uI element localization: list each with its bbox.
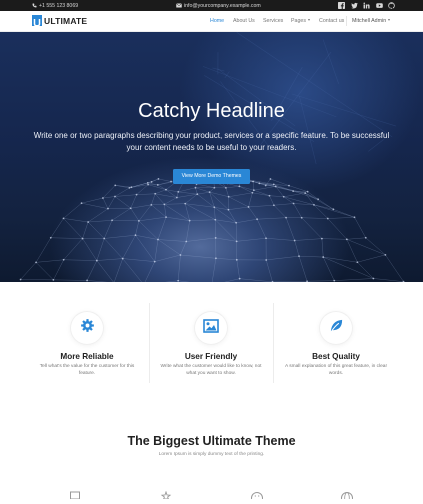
linkedin-icon[interactable] bbox=[363, 2, 370, 9]
feature-best-quality: Best Quality A small explanation of this… bbox=[281, 312, 391, 344]
twitter-icon[interactable] bbox=[351, 2, 358, 9]
demo-themes-button[interactable]: View More Demo Themes bbox=[173, 169, 250, 184]
feature-reliable: More Reliable Tell what's the value for … bbox=[32, 312, 142, 344]
feature-description: Tell what's the value for the customer f… bbox=[32, 364, 142, 378]
email-contact[interactable]: info@yourcompany.example.com bbox=[176, 3, 261, 9]
logo-mark-icon bbox=[32, 15, 42, 26]
youtube-icon[interactable] bbox=[376, 2, 383, 9]
nav-home[interactable]: Home bbox=[210, 18, 224, 24]
smile-icon bbox=[251, 486, 263, 494]
envelope-icon bbox=[176, 3, 182, 8]
user-name: Mitchell Admin bbox=[352, 18, 386, 24]
nav-services[interactable]: Services bbox=[263, 18, 283, 24]
hero-headline: Catchy Headline bbox=[0, 100, 423, 123]
feature-icon-circle bbox=[71, 312, 103, 344]
section-subtitle: Lorem Ipsum is simply dummy text of the … bbox=[0, 452, 423, 457]
feature-description: A small explanation of this great featur… bbox=[281, 364, 391, 378]
top-bar: +1 555 123 8069 info@yourcompany.example… bbox=[0, 0, 423, 11]
feature-description: Write what the customer would like to kn… bbox=[156, 364, 266, 378]
brand-name: ULTIMATE bbox=[44, 16, 87, 26]
nav-pages-label: Pages bbox=[291, 18, 306, 24]
feature-divider bbox=[149, 303, 150, 383]
gear-icon bbox=[80, 318, 95, 338]
nav-about[interactable]: About Us bbox=[233, 18, 255, 24]
feature-icon-circle bbox=[320, 312, 352, 344]
phone-contact[interactable]: +1 555 123 8069 bbox=[32, 3, 78, 9]
star-icon bbox=[160, 486, 172, 494]
hero-banner: Catchy Headline Write one or two paragra… bbox=[0, 32, 423, 282]
nav-pages[interactable]: Pages bbox=[291, 18, 310, 24]
nav-divider bbox=[346, 16, 347, 26]
user-menu[interactable]: Mitchell Admin bbox=[352, 18, 390, 24]
hero-paragraph: Write one or two paragraphs describing y… bbox=[30, 130, 393, 154]
social-links bbox=[338, 2, 395, 9]
network-background-image bbox=[0, 32, 423, 282]
feature-user-friendly: User Friendly Write what the customer wo… bbox=[156, 312, 266, 344]
leaf-icon bbox=[329, 318, 344, 338]
laptop-icon bbox=[69, 486, 81, 494]
image-icon bbox=[203, 319, 219, 338]
section-title: The Biggest Ultimate Theme bbox=[0, 434, 423, 448]
phone-icon bbox=[32, 3, 37, 8]
email-address: info@yourcompany.example.com bbox=[184, 3, 261, 9]
globe-icon bbox=[341, 486, 353, 494]
feature-title: More Reliable bbox=[32, 352, 142, 361]
feature-title: Best Quality bbox=[281, 352, 391, 361]
feature-divider bbox=[273, 303, 274, 383]
nav-contact[interactable]: Contact us bbox=[319, 18, 344, 24]
feature-icon-circle bbox=[195, 312, 227, 344]
brand-logo[interactable]: ULTIMATE bbox=[32, 15, 87, 26]
phone-number: +1 555 123 8069 bbox=[39, 3, 78, 9]
facebook-icon[interactable] bbox=[338, 2, 345, 9]
navbar: ULTIMATE Home About Us Services Pages Co… bbox=[0, 11, 423, 32]
chevron-down-icon bbox=[388, 19, 390, 21]
github-icon[interactable] bbox=[388, 2, 395, 9]
feature-title: User Friendly bbox=[156, 352, 266, 361]
chevron-down-icon bbox=[308, 19, 310, 21]
